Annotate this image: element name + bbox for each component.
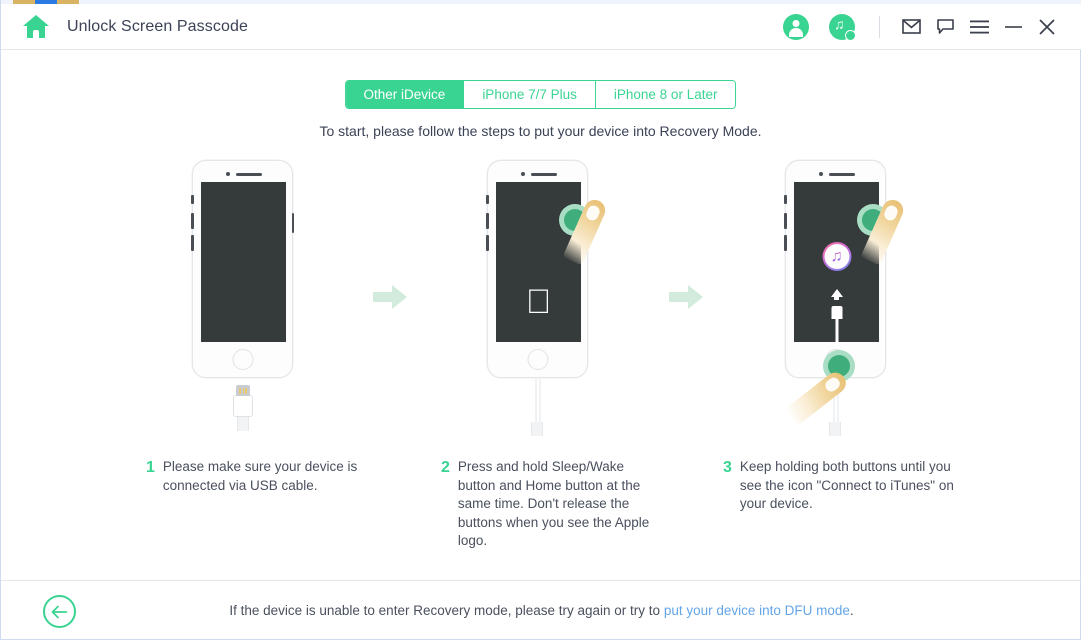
home-icon-door [33,29,39,38]
dfu-mode-link[interactable]: put your device into DFU mode [664,603,850,618]
step-number-1: 1 [146,459,155,476]
footer-text-before: If the device is unable to enter Recover… [229,603,664,618]
iphone-body-2:  [486,160,589,378]
device-screen-2:  [496,182,581,342]
volume-down-button-2 [486,235,489,251]
mute-switch-3 [784,195,787,204]
itunes-note-glyph: ♫ [830,247,843,265]
step-text-3: Keep holding both buttons until you see … [739,459,954,511]
footer-text: If the device is unable to enter Recover… [1,603,1081,618]
iphone-body-1 [191,160,294,378]
earpiece-speaker-1 [236,173,262,176]
header-separator [879,15,880,38]
device-illustration-step-1 [191,160,294,431]
minimize-icon[interactable] [996,10,1030,44]
volume-up-button-2 [486,213,489,229]
volume-down-button-1 [191,235,194,251]
close-icon[interactable] [1030,10,1064,44]
volume-up-button-1 [191,213,194,229]
application-window: Unlock Screen Passcode ♫ Other iDevice i… [0,0,1081,640]
step-caption-1: 1 Please make sure your device is connec… [146,458,361,495]
step-caption-2: 2 Press and hold Sleep/Wake button and H… [441,458,656,551]
user-account-icon[interactable] [783,13,809,40]
tab-other-idevice[interactable]: Other iDevice [345,81,465,108]
volume-down-button-3 [784,235,787,251]
tab-iphone-8-or-later[interactable]: iPhone 8 or Later [595,81,736,108]
itunes-icon-inner: ♫ [824,244,849,269]
home-button-3 [825,349,846,370]
music-note-glyph: ♫ [834,15,845,32]
step-arrow-2 [669,285,703,309]
tab-iphone-7[interactable]: iPhone 7/7 Plus [464,81,596,108]
apple-logo-icon:  [526,285,552,319]
home-button-1 [232,349,253,370]
device-screen-3: ♫ [794,182,879,354]
device-screen-1 [201,182,286,342]
itunes-icon: ♫ [822,242,851,271]
connector-tail-1 [237,417,249,431]
camera-dot-2 [521,172,525,176]
instruction-subtitle: To start, please follow the steps to put… [319,123,762,139]
cable-end-3 [829,422,841,436]
iphone-body-3: ♫ [784,160,887,378]
footer-bar: If the device is unable to enter Recover… [1,581,1081,639]
mute-switch-1 [191,195,194,204]
connector-pins-1 [239,387,247,394]
title-bar-left: Unlock Screen Passcode [1,14,248,39]
connect-arrow-icon [830,289,843,300]
feedback-chat-icon[interactable] [928,10,962,44]
step-arrow-1 [373,285,407,309]
home-button-2 [527,349,548,370]
hamburger-menu-icon[interactable] [962,10,996,44]
lightning-connector-1 [233,385,253,431]
home-icon[interactable] [23,14,49,39]
device-type-tabs: Other iDevice iPhone 7/7 Plus iPhone 8 o… [344,80,737,109]
step-number-2: 2 [441,459,450,476]
music-search-icon[interactable]: ♫ [829,13,856,41]
power-button-3 [884,213,887,233]
cable-end-2 [531,422,543,436]
step-text-2: Press and hold Sleep/Wake button and Hom… [457,459,650,548]
device-illustration-step-3: ♫ [784,160,907,436]
usb-cable-3 [833,379,838,425]
step-text-1: Please make sure your device is connecte… [162,459,358,493]
arrow-head-1 [392,285,407,309]
avatar-head [792,19,800,27]
power-button-1 [291,213,294,233]
magnifier-glyph [845,29,856,41]
connector-body-1 [233,395,253,417]
earpiece-speaker-2 [531,173,557,176]
mute-switch-2 [486,195,489,204]
power-button-2 [586,213,589,233]
avatar-body [789,27,803,37]
screen-cable-line [835,312,838,354]
volume-up-button-3 [784,213,787,229]
earpiece-speaker-3 [829,173,855,176]
step-number-3: 3 [723,459,732,476]
title-bar: Unlock Screen Passcode ♫ [1,4,1081,49]
header-divider [1,49,1081,50]
usb-cable-2 [535,379,540,425]
connector-tip-1 [236,385,250,396]
arrow-head-2 [688,285,703,309]
camera-dot-3 [819,172,823,176]
title-bar-right: ♫ [783,10,1081,44]
footer-text-after: . [849,603,854,618]
step-caption-3: 3 Keep holding both buttons until you se… [723,458,961,514]
mail-icon[interactable] [894,10,928,44]
camera-dot-1 [226,172,230,176]
recovery-steps-illustration:  [1,160,1081,450]
device-illustration-step-2:  [486,160,609,436]
page-title: Unlock Screen Passcode [67,17,248,35]
